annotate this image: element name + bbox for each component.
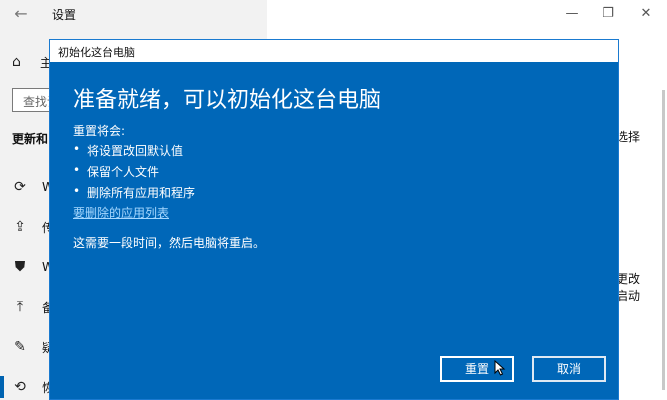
shield-icon: ⛊ bbox=[14, 259, 26, 275]
bullet-dot: • bbox=[73, 142, 81, 156]
upload-icon: ⇪ bbox=[14, 219, 26, 235]
refresh-icon: ⟳ bbox=[14, 179, 26, 195]
wrench-icon: ✎ bbox=[14, 339, 26, 355]
backup-arrow-icon: ⤒ bbox=[16, 299, 24, 315]
settings-window: ← 设置 ⌂ 主 查找设 更新和 ⟳ W ⇪ 传 ⛊ W ⤒ 备 ✎ 疑 ⟲ 恢… bbox=[0, 0, 667, 400]
dialog-title: 初始化这台电脑 bbox=[58, 46, 135, 59]
mouse-cursor-icon bbox=[494, 360, 506, 376]
content-peek-text: 更改 bbox=[616, 272, 641, 286]
home-icon: ⌂ bbox=[12, 54, 21, 70]
sidebar-item-troubleshoot[interactable]: ✎ 疑 bbox=[12, 336, 54, 358]
content-peek-text: 选择 bbox=[616, 130, 641, 144]
dialog-note: 这需要一段时间，然后电脑将重启。 bbox=[73, 236, 266, 250]
list-item: • 删除所有应用和程序 bbox=[73, 184, 195, 201]
list-item: • 将设置改回默认值 bbox=[73, 142, 183, 159]
reset-pc-dialog: 初始化这台电脑 准备就绪，可以初始化这台电脑 重置将会: • 将设置改回默认值 … bbox=[49, 39, 619, 400]
apps-to-remove-link[interactable]: 要删除的应用列表 bbox=[73, 204, 169, 221]
sidebar-item-backup[interactable]: ⤒ 备 bbox=[12, 296, 54, 318]
app-title: 设置 bbox=[52, 8, 77, 22]
close-icon[interactable]: ✕ bbox=[631, 4, 661, 24]
bullet-text: 将设置改回默认值 bbox=[87, 144, 184, 158]
dialog-intro: 重置将会: bbox=[73, 124, 126, 138]
recovery-icon: ⟲ bbox=[14, 379, 26, 395]
back-arrow-icon[interactable]: ← bbox=[10, 4, 32, 24]
bullet-text: 保留个人文件 bbox=[87, 165, 160, 179]
bullet-dot: • bbox=[73, 184, 81, 198]
title-bar: ← 设置 bbox=[0, 0, 267, 30]
content-peek-text: 启动 bbox=[616, 289, 641, 303]
bullet-dot: • bbox=[73, 163, 81, 177]
dialog-heading: 准备就绪，可以初始化这台电脑 bbox=[73, 88, 382, 113]
minimize-icon[interactable]: — bbox=[557, 4, 587, 24]
sidebar-item-delivery-optimization[interactable]: ⇪ 传 bbox=[12, 216, 54, 238]
restore-icon[interactable]: ❐ bbox=[593, 4, 623, 24]
bullet-text: 删除所有应用和程序 bbox=[87, 186, 196, 200]
scrollbar[interactable] bbox=[662, 90, 665, 390]
sidebar-item-recovery[interactable]: ⟲ 恢 bbox=[0, 376, 54, 398]
dialog-title-bar: 初始化这台电脑 bbox=[50, 40, 618, 62]
cancel-button[interactable]: 取消 bbox=[532, 356, 606, 382]
sidebar-section-title: 更新和 bbox=[12, 132, 49, 146]
sidebar-item-windows-update[interactable]: ⟳ W bbox=[12, 176, 54, 198]
sidebar-item-windows-security[interactable]: ⛊ W bbox=[12, 256, 54, 278]
list-item: • 保留个人文件 bbox=[73, 163, 159, 180]
sidebar-home[interactable]: ⌂ 主 bbox=[12, 52, 52, 72]
